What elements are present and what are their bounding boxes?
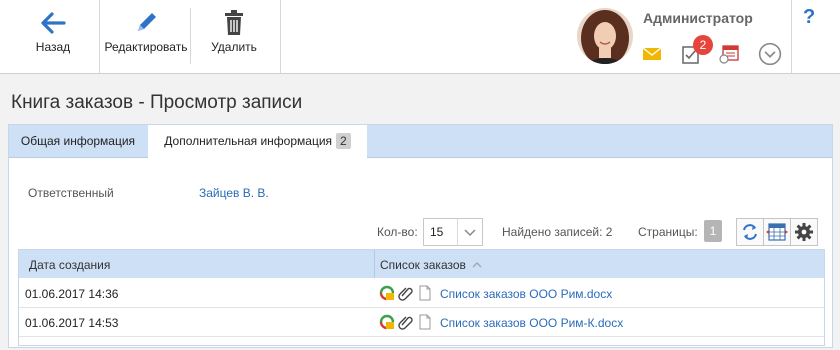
back-button[interactable]: Назад <box>13 0 93 73</box>
dropdown-chevron-icon[interactable] <box>457 219 482 245</box>
toolbar-divider <box>791 0 792 73</box>
toolbar: Назад Редактировать Удалить Администрато… <box>0 0 840 74</box>
table-row[interactable]: 01.06.2017 14:53 Список заказов ООО Рим-… <box>19 308 824 337</box>
tab-label: Дополнительная информация <box>164 134 333 148</box>
record-panel: Общая информация Дополнительная информац… <box>8 124 833 348</box>
user-name[interactable]: Администратор <box>643 10 753 26</box>
pages-label: Страницы: <box>638 225 698 239</box>
calendar-icon[interactable] <box>718 43 740 65</box>
table-row[interactable]: 01.06.2017 14:36 Список заказов ООО Рим.… <box>19 279 824 308</box>
tab-bar: Общая информация Дополнительная информац… <box>9 125 832 158</box>
column-header-created[interactable]: Дата создания <box>29 258 110 272</box>
edit-button-label: Редактировать <box>104 40 188 54</box>
sort-arrow-icon[interactable] <box>472 261 482 269</box>
toolbar-divider <box>280 0 281 73</box>
columns-icon <box>766 223 788 241</box>
refresh-button[interactable] <box>736 218 764 246</box>
tab-label: Общая информация <box>20 134 136 148</box>
avatar[interactable] <box>577 8 633 64</box>
edit-button[interactable]: Редактировать <box>103 0 189 73</box>
help-icon[interactable]: ? <box>803 6 815 29</box>
column-divider <box>374 250 375 278</box>
notifications-badge[interactable]: 2 <box>693 35 713 55</box>
pencil-icon <box>138 13 156 31</box>
responsible-link[interactable]: Зайцев В. В. <box>199 186 269 200</box>
paperclip-icon[interactable] <box>398 285 414 301</box>
toolbar-divider <box>190 8 191 64</box>
chevron-down-icon[interactable] <box>758 42 782 66</box>
toolbar-divider <box>99 0 100 73</box>
user-photo-icon <box>577 8 633 64</box>
order-file-link[interactable]: Список заказов ООО Рим.docx <box>440 287 612 301</box>
qty-label: Кол-во: <box>377 225 418 239</box>
responsible-label: Ответственный <box>28 186 114 200</box>
tab-count-badge: 2 <box>336 133 351 149</box>
delete-button[interactable]: Удалить <box>196 0 272 73</box>
gear-icon <box>795 223 813 241</box>
paperclip-icon[interactable] <box>398 314 414 330</box>
status-icon[interactable] <box>379 314 395 330</box>
orders-table: Дата создания Список заказов 01.06.2017 … <box>18 249 825 346</box>
settings-button[interactable] <box>790 218 818 246</box>
tab-general-info[interactable]: Общая информация <box>9 125 147 157</box>
status-icon[interactable] <box>379 285 395 301</box>
qty-value: 15 <box>430 225 444 239</box>
content-area: Книга заказов - Просмотр записи Общая ин… <box>0 74 840 350</box>
table-header: Дата создания Список заказов <box>19 250 824 278</box>
records-found: Найдено записей: 2 <box>502 225 613 239</box>
trash-icon <box>225 10 243 35</box>
tab-additional-info[interactable]: Дополнительная информация 2 <box>148 125 367 158</box>
document-icon <box>419 314 431 330</box>
created-cell: 01.06.2017 14:53 <box>25 316 119 330</box>
created-cell: 01.06.2017 14:36 <box>25 287 119 301</box>
page-button-current[interactable]: 1 <box>704 220 722 242</box>
columns-button[interactable] <box>763 218 791 246</box>
back-button-label: Назад <box>35 40 71 54</box>
back-arrow-icon <box>41 12 66 34</box>
qty-select[interactable]: 15 <box>423 218 483 246</box>
refresh-icon <box>743 224 757 240</box>
column-header-orders-list[interactable]: Список заказов <box>380 258 466 272</box>
document-icon <box>419 285 431 301</box>
delete-button-label: Удалить <box>211 40 257 54</box>
mail-icon[interactable] <box>641 43 663 65</box>
order-file-link[interactable]: Список заказов ООО Рим-К.docx <box>440 316 623 330</box>
page-title: Книга заказов - Просмотр записи <box>11 92 303 113</box>
